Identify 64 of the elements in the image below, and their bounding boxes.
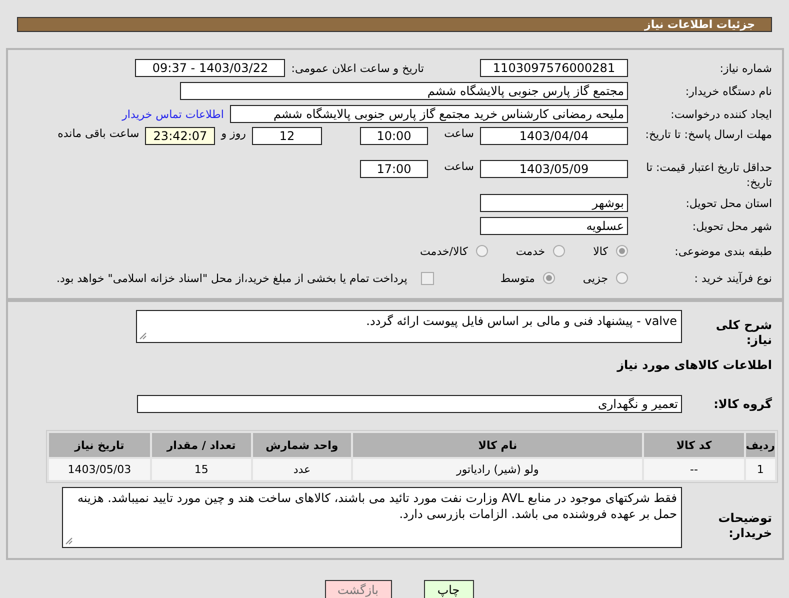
city-field[interactable]: عسلویه xyxy=(480,217,628,235)
radio-button[interactable] xyxy=(616,245,628,257)
field-label: ساعت xyxy=(443,160,474,173)
column-header: تعداد / مقدار xyxy=(152,433,251,457)
table-cell: 1 xyxy=(746,459,775,480)
description-field[interactable]: valve - پیشنهاد فنی و مالی بر اساس فایل پیوست ارائه گردد. xyxy=(136,310,682,343)
field-label: ساعت باقی مانده xyxy=(58,127,140,140)
table-cell: 1403/05/03 xyxy=(49,459,150,480)
requester-field[interactable]: ملیحه رمضانی کارشناس خرید مجتمع گاز پارس جنوبی پالایشگاه ششم xyxy=(230,105,628,123)
date-field[interactable]: 1403/04/04 xyxy=(480,127,628,145)
field-label: توضیحات خریدار: xyxy=(717,511,772,541)
time-field[interactable]: 17:00 xyxy=(360,160,428,178)
field-label: روز و xyxy=(221,127,246,140)
column-header: کد کالا xyxy=(644,433,744,457)
radio-button[interactable] xyxy=(542,272,555,284)
table-cell: ولو (شیر) رادیاتور xyxy=(353,459,642,480)
field-label: ایجاد کننده درخواست: xyxy=(670,106,772,122)
column-header: ردیف xyxy=(746,433,775,457)
radio-button[interactable] xyxy=(476,245,488,257)
checkbox[interactable] xyxy=(421,272,434,284)
table-cell: -- xyxy=(644,459,744,480)
field-label: نام دستگاه خریدار: xyxy=(684,84,772,98)
description-text: valve - پیشنهاد فنی و مالی بر اساس فایل پیوست ارائه گردد. xyxy=(366,314,677,328)
field-label: شرح کلی نیاز: xyxy=(714,318,772,348)
field-label: ساعت xyxy=(443,127,474,140)
page-title: جزئیات اطلاعات نیاز xyxy=(644,18,755,31)
resize-grip-icon[interactable] xyxy=(65,537,73,545)
buyer-org-field[interactable]: مجتمع گاز پارس جنوبی پالایشگاه ششم xyxy=(180,82,628,100)
need-number-field[interactable]: 1103097576000281 xyxy=(480,59,628,77)
table-cell: عدد xyxy=(252,459,352,480)
buyer-notes-field[interactable]: فقط شرکتهای موجود در منابع AVL وزارت نفت مورد تائید می باشند، کالاهای ساخت هند و چین مورد تایید نمیباشد. هزینه حمل بر عهده فروشنده می باشد. الزامات بازرسی دارد. xyxy=(62,487,682,548)
buyer-notes-text: فقط شرکتهای موجود در منابع AVL وزارت نفت مورد تائید می باشند، کالاهای ساخت هند و چین مورد تایید نمیباشد. هزینه حمل بر عهده فروشنده می باشد. الزامات بازرسی دارد. xyxy=(77,491,677,521)
column-header: تاریخ نیاز xyxy=(49,433,150,457)
table-cell: 15 xyxy=(152,459,251,480)
goods-group-field[interactable]: تعمیر و نگهداری xyxy=(137,395,682,413)
date-field[interactable]: 1403/05/09 xyxy=(480,160,628,178)
option-label: متوسط xyxy=(500,272,535,284)
option-label: خدمت xyxy=(516,244,546,258)
contact-link[interactable]: اطلاعات تماس خریدار xyxy=(122,108,224,120)
section-heading: اطلاعات کالاهای مورد نیاز xyxy=(616,358,772,372)
field-label: طبقه بندی موضوعی: xyxy=(674,244,772,258)
option-label: جزیی xyxy=(582,272,608,284)
days-field[interactable]: 12 xyxy=(252,127,322,145)
treasury-note: پرداخت تمام یا بخشی از مبلغ خرید،از محل "اسناد خزانه اسلامی" خواهد بود. xyxy=(56,272,408,284)
print-button[interactable]: چاپ xyxy=(424,580,474,598)
field-label: استان محل تحویل: xyxy=(684,196,772,210)
time-field[interactable]: 10:00 xyxy=(360,127,428,145)
province-field[interactable]: بوشهر xyxy=(480,194,628,212)
field-label: شماره نیاز: xyxy=(718,60,772,76)
radio-button[interactable] xyxy=(616,272,628,284)
field-label: شهر محل تحویل: xyxy=(691,218,772,234)
column-header: واحد شمارش xyxy=(252,433,352,457)
announce-date-field[interactable]: 1403/03/22 - 09:37 xyxy=(135,59,286,77)
field-label: حداقل تاریخ اعتبار قیمت: تا تاریخ: xyxy=(645,160,772,190)
option-label: کالا xyxy=(593,244,608,258)
column-header: نام کالا xyxy=(353,433,642,457)
radio-button[interactable] xyxy=(553,245,566,257)
field-label: مهلت ارسال پاسخ: تا تاریخ: xyxy=(644,127,772,142)
field-label: نوع فرآیند خرید : xyxy=(693,270,772,286)
field-label: گروه کالا: xyxy=(712,396,772,412)
field-label: تاریخ و ساعت اعلان عمومی: xyxy=(291,62,424,74)
remaining-time-field[interactable]: 23:42:07 xyxy=(145,127,216,145)
resize-grip-icon[interactable] xyxy=(139,332,147,340)
option-label: کالا/خدمت xyxy=(420,244,468,258)
